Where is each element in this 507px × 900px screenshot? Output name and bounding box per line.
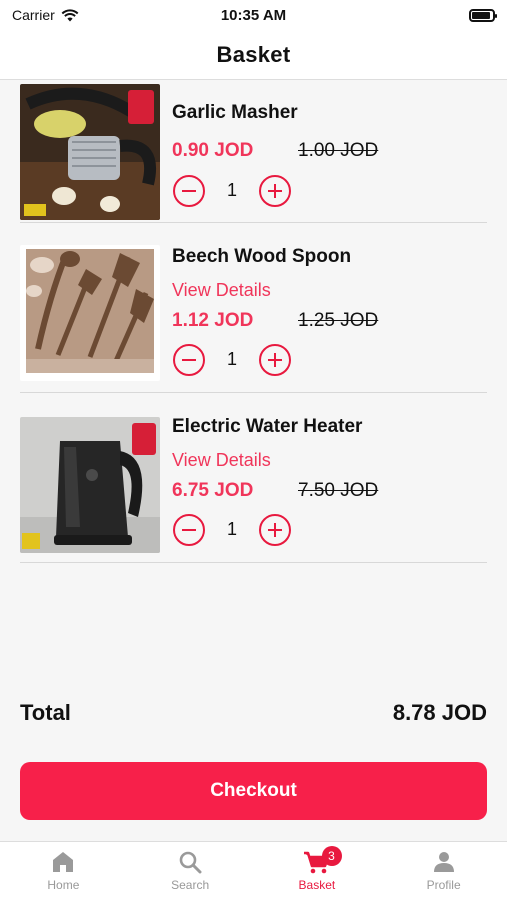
cart-count-badge: 3: [321, 846, 342, 866]
battery-icon: [469, 8, 497, 22]
status-left: Carrier: [12, 7, 79, 23]
product-name: Beech Wood Spoon: [172, 246, 352, 267]
product-price: 6.75 JOD: [172, 480, 254, 501]
product-old-price: 1.25 JOD: [298, 310, 379, 331]
tab-search[interactable]: Search: [127, 842, 254, 900]
carrier-label: Carrier: [12, 7, 55, 23]
total-value: 8.78 JOD: [392, 700, 487, 725]
increase-quantity-button[interactable]: [259, 514, 291, 546]
search-icon: [179, 851, 202, 874]
quantity-value: 1: [226, 519, 237, 539]
tab-label: Profile: [426, 878, 461, 892]
product-old-price: 7.50 JOD: [298, 480, 379, 501]
checkout-button[interactable]: Checkout: [20, 762, 487, 820]
decrease-quantity-button[interactable]: [173, 514, 205, 546]
decrease-quantity-button[interactable]: [173, 344, 205, 376]
total-label: Total: [20, 700, 71, 725]
basket-item: Electric Water Heater View Details 6.75 …: [20, 393, 487, 563]
navigation-bar: Basket: [0, 30, 507, 80]
product-name: Garlic Masher: [172, 102, 298, 123]
person-icon: [433, 852, 454, 872]
tab-bar: Home Search 3 Basket Profile: [0, 841, 507, 900]
tab-profile[interactable]: Profile: [380, 842, 507, 900]
product-image[interactable]: [20, 245, 160, 381]
tab-label: Basket: [298, 878, 336, 892]
product-price: 0.90 JOD: [172, 140, 254, 161]
tab-home[interactable]: Home: [0, 842, 127, 900]
product-old-price: 1.00 JOD: [298, 140, 379, 161]
tab-basket[interactable]: 3 Basket: [254, 842, 381, 900]
increase-quantity-button[interactable]: [259, 175, 291, 207]
view-details-link[interactable]: View Details: [172, 450, 271, 471]
total-row: Total 8.78 JOD: [20, 700, 487, 726]
home-icon: [53, 852, 74, 872]
product-name: Electric Water Heater: [172, 416, 363, 437]
product-image[interactable]: [20, 417, 160, 553]
basket-item: Beech Wood Spoon View Details 1.12 JOD 1…: [20, 223, 487, 393]
tab-label: Home: [47, 878, 80, 892]
product-image[interactable]: [20, 84, 160, 220]
quantity-value: 1: [226, 180, 237, 200]
page-title: Basket: [216, 41, 291, 67]
product-price: 1.12 JOD: [172, 310, 254, 331]
view-details-link[interactable]: View Details: [172, 280, 271, 301]
quantity-value: 1: [226, 349, 237, 369]
decrease-quantity-button[interactable]: [173, 175, 205, 207]
increase-quantity-button[interactable]: [259, 344, 291, 376]
basket-item: Garlic Masher 0.90 JOD 1.00 JOD 1: [20, 80, 487, 223]
wifi-icon: [61, 8, 79, 21]
status-bar: Carrier 10:35 AM: [0, 0, 507, 30]
tab-label: Search: [171, 878, 210, 892]
